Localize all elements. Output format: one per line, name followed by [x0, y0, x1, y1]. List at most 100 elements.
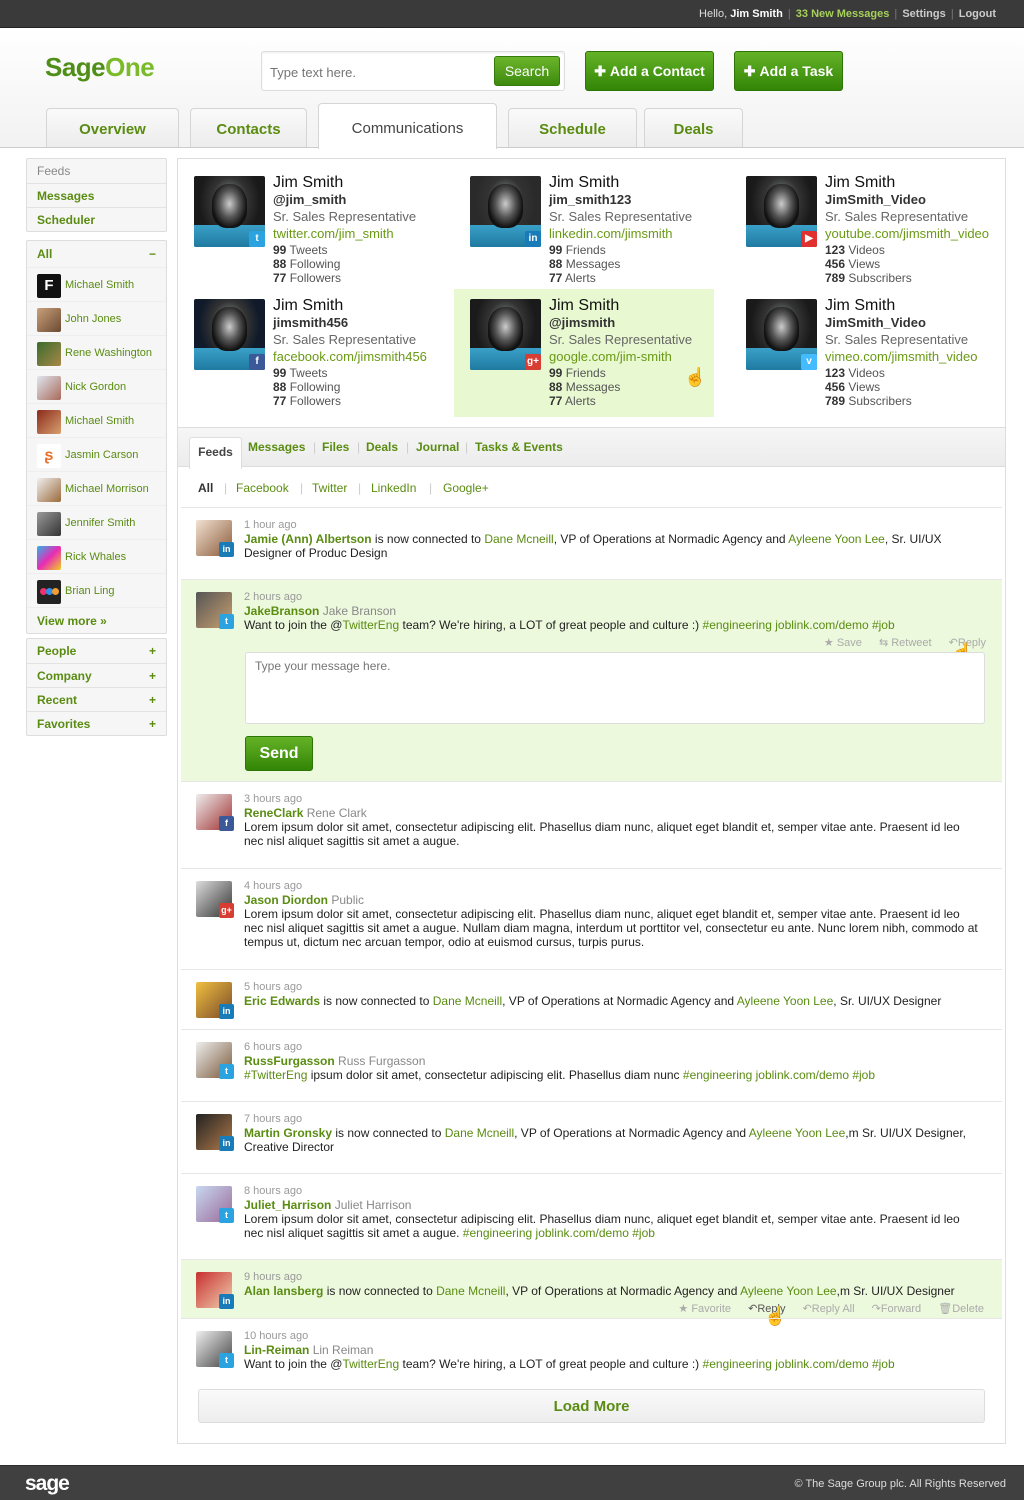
send-button[interactable]: Send: [245, 736, 313, 771]
retweet-action[interactable]: ⇆ Retweet: [879, 637, 932, 649]
expand-icon[interactable]: +: [149, 712, 156, 736]
mention-link[interactable]: Ayleene Yoon Lee: [737, 994, 834, 1008]
contact-item[interactable]: ʂ Jasmin Carson: [27, 437, 166, 471]
author-link[interactable]: Jamie (Ann) Albertson: [244, 532, 372, 546]
subtab-messages[interactable]: Messages: [248, 440, 305, 454]
view-more-link[interactable]: View more »: [27, 607, 166, 633]
expand-icon[interactable]: +: [149, 664, 156, 688]
settings-link[interactable]: Settings: [902, 8, 945, 20]
logout-link[interactable]: Logout: [959, 8, 996, 20]
hashtag-link[interactable]: #engineering joblink.com/demo #job: [703, 1357, 895, 1371]
author-link[interactable]: RussFurgasson: [244, 1054, 335, 1068]
profile-card-linkedin[interactable]: in Jim Smith jim_smith123 Sr. Sales Represe…: [460, 166, 722, 294]
tab-schedule[interactable]: Schedule: [508, 108, 637, 147]
tab-deals[interactable]: Deals: [644, 108, 743, 147]
author-link[interactable]: ReneClark: [244, 806, 303, 820]
contact-item[interactable]: Michael Smith: [27, 403, 166, 437]
forward-action[interactable]: ↷Forward: [872, 1303, 922, 1315]
filter-twitter[interactable]: Twitter: [312, 481, 347, 495]
reply-textarea[interactable]: [245, 652, 985, 724]
subtab-feeds[interactable]: Feeds: [189, 437, 242, 469]
contact-item[interactable]: John Jones: [27, 301, 166, 335]
sidebar-item-messages[interactable]: Messages: [27, 183, 166, 207]
mention-link[interactable]: Dane Mcneill: [445, 1126, 514, 1140]
avatar: [37, 580, 61, 604]
contact-item[interactable]: Jennifer Smith: [27, 505, 166, 539]
expand-icon[interactable]: +: [149, 639, 156, 663]
subtab-tasks-events[interactable]: Tasks & Events: [475, 440, 563, 454]
expand-icon[interactable]: +: [149, 688, 156, 712]
collapse-icon[interactable]: −: [149, 241, 156, 267]
contact-item[interactable]: F Michael Smith: [27, 267, 166, 301]
new-messages-link[interactable]: 33 New Messages: [796, 8, 890, 20]
mention-link[interactable]: TwitterEng: [342, 1357, 399, 1371]
reply-all-action[interactable]: ↶Reply All: [803, 1303, 855, 1315]
search-input[interactable]: [270, 61, 490, 83]
avatar: [37, 546, 61, 570]
contact-item[interactable]: Rick Whales: [27, 539, 166, 573]
hashtag-link[interactable]: #TwitterEng: [244, 1068, 307, 1082]
filter-all[interactable]: All: [198, 481, 213, 495]
author-link[interactable]: JakeBranson: [244, 604, 319, 618]
contact-item[interactable]: Nick Gordon: [27, 369, 166, 403]
group-company[interactable]: Company +: [27, 663, 166, 687]
mention-link[interactable]: Dane Mcneill: [484, 532, 553, 546]
subtab-journal[interactable]: Journal: [416, 440, 459, 454]
user-name[interactable]: Jim Smith: [730, 8, 783, 20]
load-more-button[interactable]: Load More: [198, 1389, 985, 1423]
add-task-button[interactable]: ✚ Add a Task: [734, 51, 843, 91]
mention-link[interactable]: Ayleene Yoon Lee: [740, 1284, 837, 1298]
filter-facebook[interactable]: Facebook: [236, 481, 289, 495]
profile-url-link[interactable]: google.com/jim-smith: [549, 349, 672, 364]
mention-link[interactable]: Ayleene Yoon Lee: [788, 532, 885, 546]
sidebar-item-feeds[interactable]: Feeds: [27, 159, 166, 183]
mention-link[interactable]: Ayleene Yoon Lee: [749, 1126, 846, 1140]
delete-action[interactable]: 🗑Delete: [938, 1303, 984, 1315]
contact-item[interactable]: Rene Washington: [27, 335, 166, 369]
profile-url-link[interactable]: linkedin.com/jimsmith: [549, 226, 673, 241]
author-link[interactable]: Eric Edwards: [244, 994, 320, 1008]
filter-google-plus[interactable]: Google+: [443, 481, 489, 495]
sidebar-item-scheduler[interactable]: Scheduler: [27, 207, 166, 231]
youtube-icon: ▶: [801, 231, 817, 247]
tab-contacts[interactable]: Contacts: [190, 108, 307, 147]
subtab-deals[interactable]: Deals: [366, 440, 398, 454]
tab-communications[interactable]: Communications: [318, 103, 497, 149]
author-link[interactable]: Martin Gronsky: [244, 1126, 332, 1140]
favorite-action[interactable]: ★ Favorite: [678, 1303, 731, 1315]
profile-url-link[interactable]: youtube.com/jimsmith_video: [825, 226, 989, 241]
hashtag-link[interactable]: #engineering joblink.com/demo #job: [683, 1068, 875, 1082]
mention-link[interactable]: Dane Mcneill: [433, 994, 502, 1008]
subtab-files[interactable]: Files: [322, 440, 349, 454]
author-link[interactable]: Juliet_Harrison: [244, 1198, 331, 1212]
search-button[interactable]: Search: [494, 56, 560, 86]
profile-card-facebook[interactable]: f Jim Smith jimsmith456 Sr. Sales Represent…: [184, 289, 446, 417]
mention-link[interactable]: TwitterEng: [342, 618, 399, 632]
add-contact-button[interactable]: ✚ Add a Contact: [585, 51, 714, 91]
twitter-icon: t: [219, 614, 234, 629]
mention-link[interactable]: Dane Mcneill: [436, 1284, 505, 1298]
profile-url-link[interactable]: facebook.com/jimsmith456: [273, 349, 427, 364]
save-action[interactable]: ★ Save: [824, 637, 862, 649]
profile-url-link[interactable]: twitter.com/jim_smith: [273, 226, 394, 241]
author-link[interactable]: Alan lansberg: [244, 1284, 323, 1298]
tab-overview[interactable]: Overview: [46, 108, 179, 147]
contact-item[interactable]: Brian Ling: [27, 573, 166, 607]
author-link[interactable]: Jason Diordon: [244, 893, 328, 907]
profile-card-vimeo[interactable]: v Jim Smith JimSmith_Video Sr. Sales Repres…: [736, 289, 998, 417]
hashtag-link[interactable]: #engineering joblink.com/demo #job: [463, 1226, 655, 1240]
all-contacts-header[interactable]: All −: [27, 241, 166, 267]
group-favorites[interactable]: Favorites +: [27, 711, 166, 735]
author-link[interactable]: Lin-Reiman: [244, 1343, 309, 1357]
app-logo[interactable]: SageOne: [45, 52, 155, 83]
profile-handle: jimsmith456: [273, 315, 349, 330]
contact-item[interactable]: Michael Morrison: [27, 471, 166, 505]
group-recent[interactable]: Recent +: [27, 687, 166, 711]
group-people[interactable]: People +: [27, 639, 166, 663]
filter-linkedin[interactable]: LinkedIn: [371, 481, 416, 495]
profile-url-link[interactable]: vimeo.com/jimsmith_video: [825, 349, 977, 364]
profile-card-youtube[interactable]: ▶ Jim Smith JimSmith_Video Sr. Sales Repres…: [736, 166, 998, 294]
profile-card-twitter[interactable]: t Jim Smith @jim_smith Sr. Sales Representa…: [184, 166, 446, 294]
hashtag-link[interactable]: #engineering joblink.com/demo #job: [703, 618, 895, 632]
profile-card-google-plus[interactable]: g+ Jim Smith @jimsmith Sr. Sales Representa…: [454, 289, 714, 417]
